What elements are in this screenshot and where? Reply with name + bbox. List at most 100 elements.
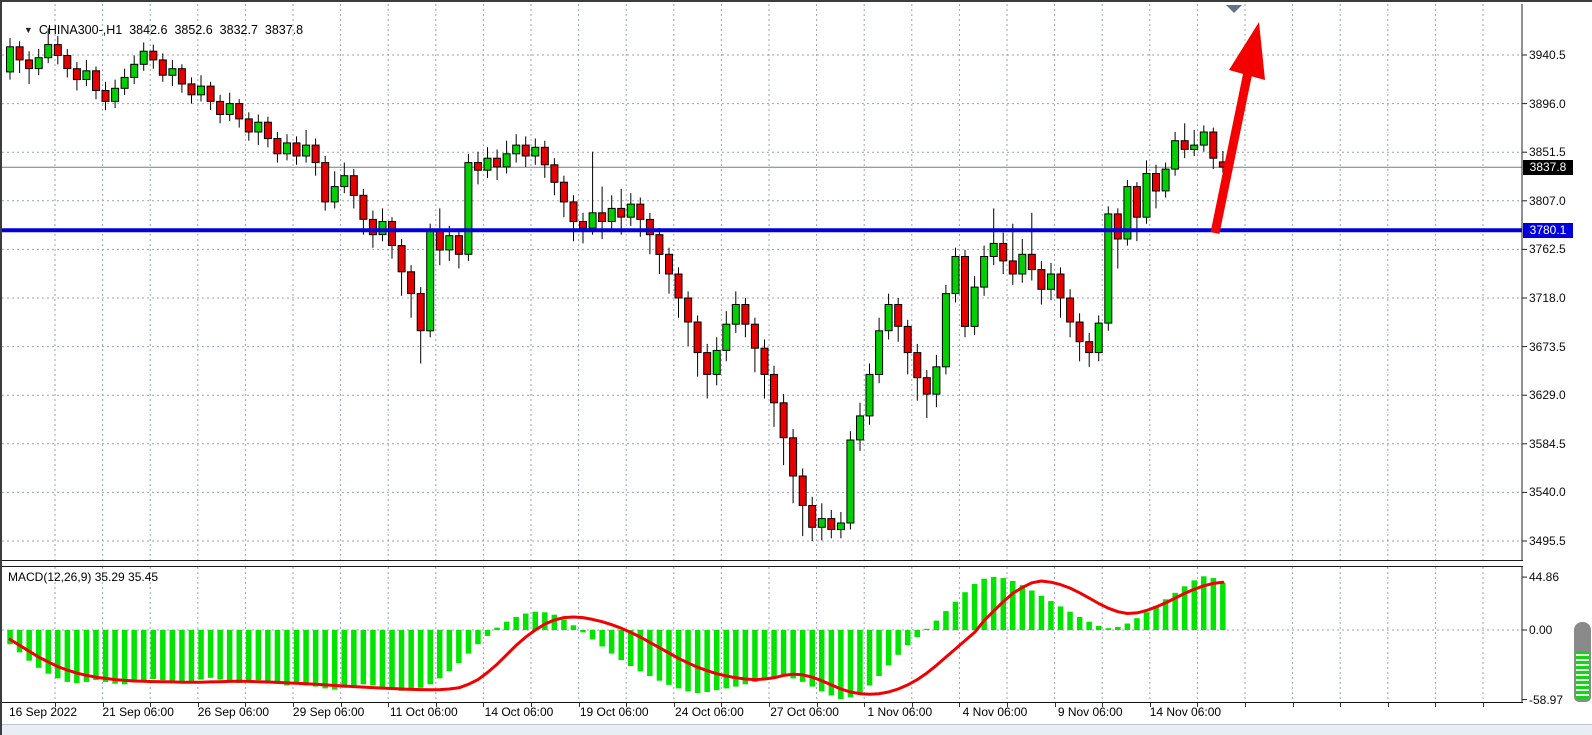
symbol-dropdown-icon[interactable]: ▼ [24, 25, 33, 35]
macd-histogram-bar [275, 630, 281, 684]
macd-histogram-bar [915, 630, 921, 637]
candle-body [608, 208, 615, 221]
macd-histogram-bar [256, 630, 262, 680]
candle-body [790, 438, 797, 476]
candle-body [522, 145, 529, 156]
time-axis-label: 11 Oct 06:00 [390, 705, 458, 719]
candle-body [112, 88, 119, 101]
macd-axis-label: 44.86 [1529, 570, 1591, 584]
price-axis-label: 3940.5 [1529, 48, 1591, 62]
macd-histogram-bar [494, 628, 500, 630]
macd-histogram-bar [599, 630, 605, 647]
candle-body [284, 143, 291, 154]
macd-histogram-bar [781, 630, 787, 677]
candle-body [264, 122, 271, 138]
macd-histogram-bar [332, 630, 338, 690]
candle-body [417, 294, 424, 331]
time-axis-tickmark [1293, 703, 1294, 707]
time-axis-tickmark [531, 703, 532, 707]
macd-histogram-bar [1020, 585, 1026, 630]
macd-histogram-bar [246, 630, 252, 682]
candle-body [713, 350, 720, 374]
candle-body [828, 519, 835, 530]
macd-histogram-bar [141, 630, 147, 681]
macd-histogram-bar [437, 630, 443, 678]
candle-body [322, 163, 329, 202]
macd-histogram-bar [876, 630, 882, 676]
candle-body [723, 324, 730, 350]
trend-arrow-head [1229, 22, 1265, 80]
macd-histogram-bar [867, 630, 873, 686]
macd-histogram-bar [313, 630, 319, 687]
candle-body [981, 257, 988, 288]
macd-histogram-bar [17, 630, 23, 652]
candle-body [140, 51, 147, 64]
time-axis-tickmark [674, 703, 675, 707]
scrollbar-stripes [1576, 651, 1589, 699]
candle-body [494, 158, 501, 167]
macd-histogram-bar [962, 592, 968, 630]
macd-histogram-bar [762, 630, 768, 680]
time-axis-label: 1 Nov 06:00 [867, 705, 932, 719]
candle-body [666, 254, 673, 274]
candle-body [198, 86, 205, 95]
macd-histogram-bar [1039, 596, 1045, 630]
candle-body [484, 158, 491, 170]
macd-histogram-bar [1096, 626, 1102, 630]
macd-histogram-bar [361, 630, 367, 684]
candle-body [551, 165, 558, 183]
macd-histogram-bar [590, 630, 596, 639]
candle-body [904, 326, 911, 352]
time-axis-label: 14 Oct 06:00 [485, 705, 554, 719]
macd-histogram-bar [628, 630, 634, 666]
candle-body [560, 182, 567, 202]
time-axis-label: 29 Sep 06:00 [293, 705, 364, 719]
macd-histogram-bar [1211, 578, 1217, 630]
candle-body [952, 257, 959, 294]
macd-histogram-bar [46, 630, 52, 674]
candle-body [312, 145, 319, 163]
macd-histogram-bar [1220, 583, 1226, 630]
macd-histogram-bar [151, 630, 157, 679]
time-axis-tickmark [1197, 703, 1198, 707]
macd-histogram-bar [943, 611, 949, 630]
symbol-info-bar[interactable]: ▼CHINA300-,H13842.63852.63832.73837.8 [10, 9, 303, 51]
time-axis-tickmark [483, 703, 484, 707]
macd-histogram-bar [724, 630, 730, 688]
candle-body [350, 176, 357, 196]
price-chart-canvas[interactable] [2, 4, 1592, 560]
macd-histogram-bar [380, 630, 386, 687]
candle-body [73, 69, 80, 80]
macd-histogram-bar [179, 630, 185, 683]
candle-body [455, 236, 462, 255]
candle-body [857, 416, 864, 440]
macd-histogram-bar [74, 630, 80, 683]
candle-body [1000, 243, 1007, 261]
candle-body [599, 213, 606, 222]
macd-histogram-bar [170, 630, 176, 682]
candle-body [885, 305, 892, 331]
macd-histogram-bar [93, 630, 99, 680]
macd-histogram-bar [284, 630, 290, 686]
candle-body [150, 51, 157, 60]
macd-histogram-bar [122, 630, 128, 684]
candle-body [962, 257, 969, 327]
candle-body [35, 58, 42, 69]
candle-body [1048, 274, 1055, 289]
candle-body [876, 331, 883, 375]
candle-body [1153, 174, 1160, 192]
macd-histogram-bar [189, 630, 195, 681]
candle-body [837, 523, 844, 530]
macd-histogram-bar [322, 630, 328, 688]
macd-chart-canvas[interactable] [2, 567, 1592, 702]
scrollbar-widget[interactable] [1574, 622, 1591, 702]
time-axis-line [2, 702, 1523, 703]
time-axis-tickmark [721, 703, 722, 707]
candle-body [646, 219, 653, 234]
panel-splitter[interactable] [2, 560, 1523, 567]
candle-body [207, 86, 214, 101]
candle-body [627, 204, 634, 217]
candle-body [637, 204, 644, 219]
macd-histogram-bar [1125, 624, 1131, 631]
candle-body [513, 145, 520, 154]
